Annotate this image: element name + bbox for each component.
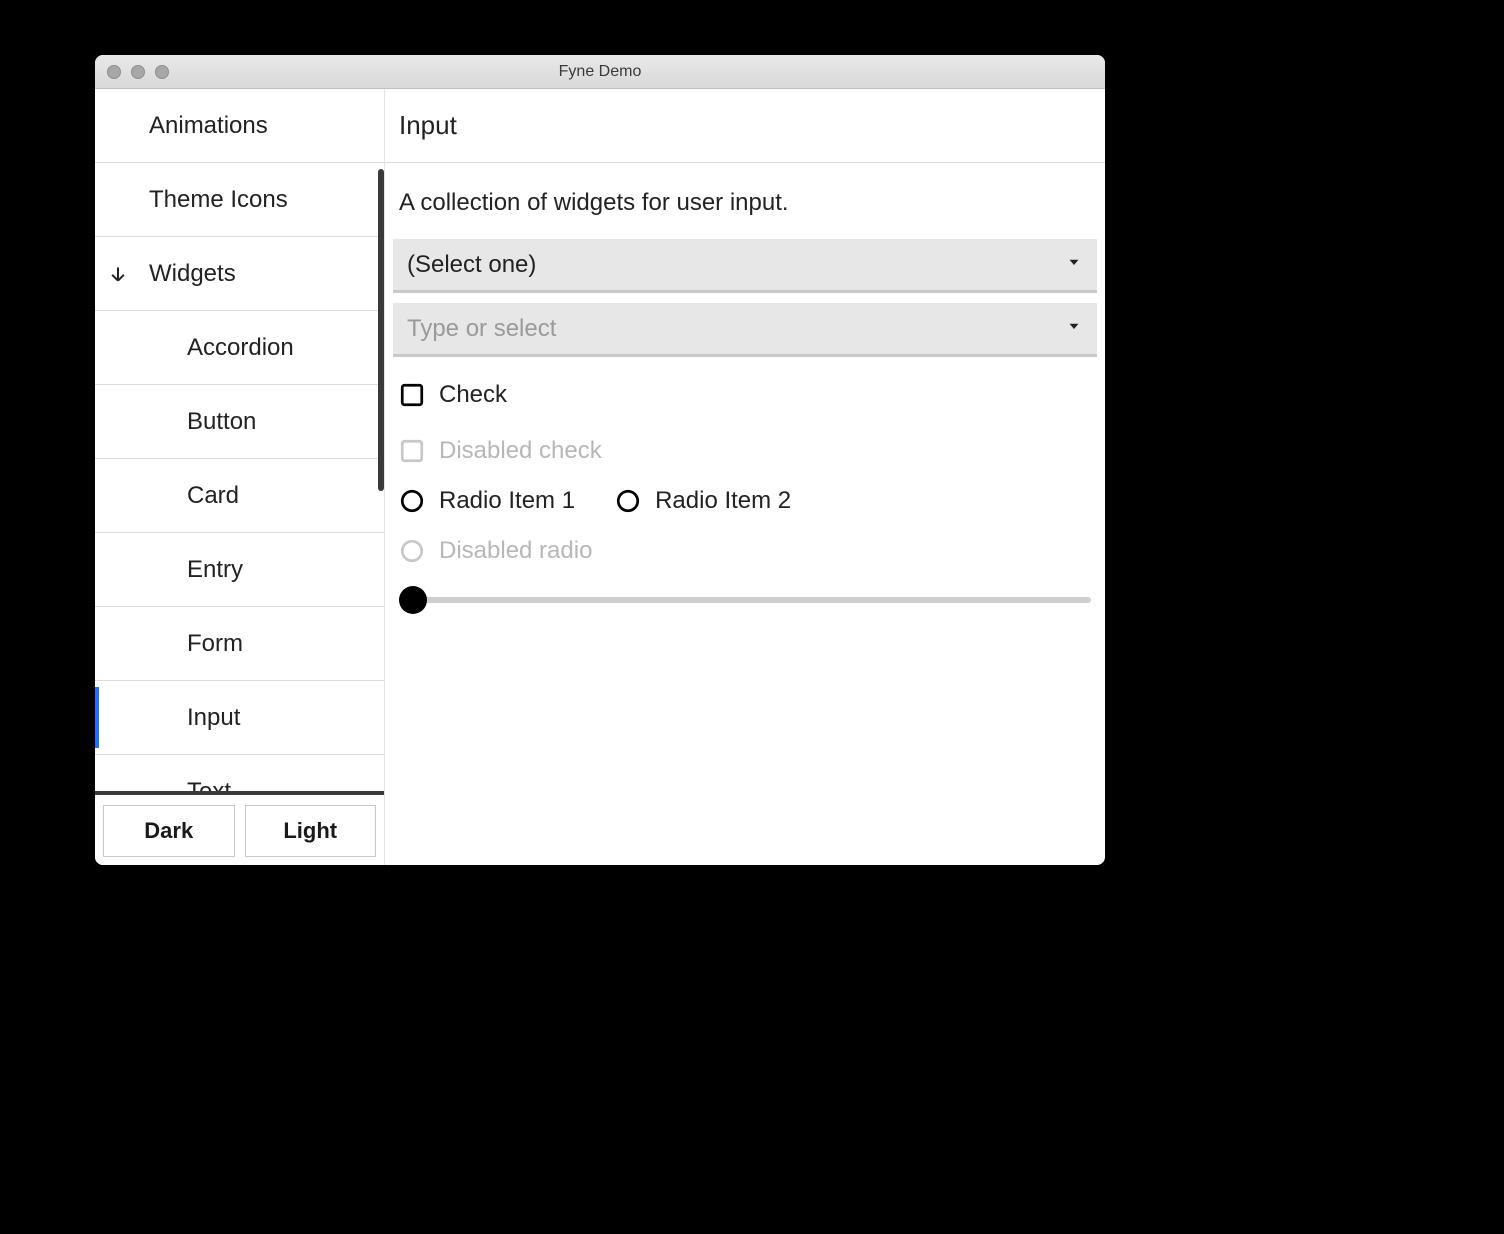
radio-unchecked-icon [615, 488, 641, 514]
app-window: Fyne Demo Animations Theme Icons Widget [95, 55, 1105, 865]
radio-unchecked-icon [399, 488, 425, 514]
sidebar: Animations Theme Icons Widgets Accordion [95, 89, 385, 865]
nav-item-animations[interactable]: Animations [95, 89, 384, 163]
nav-label: Animations [149, 112, 268, 140]
radio-unchecked-icon [399, 538, 425, 564]
select-widget[interactable]: (Select one) [393, 239, 1097, 293]
slider-widget[interactable] [385, 579, 1105, 603]
nav-label: Card [187, 482, 239, 510]
nav-item-accordion[interactable]: Accordion [95, 311, 384, 385]
main-panel: Input A collection of widgets for user i… [385, 89, 1105, 865]
nav-item-card[interactable]: Card [95, 459, 384, 533]
checkbox-disabled: Disabled check [385, 423, 1105, 479]
theme-switcher: Dark Light [95, 791, 384, 865]
radio-item-1[interactable]: Radio Item 1 [399, 487, 575, 515]
nav-label: Text [187, 778, 231, 791]
radio-disabled: Disabled radio [385, 523, 1105, 579]
radio-label: Radio Item 2 [655, 487, 791, 515]
nav-label: Input [187, 704, 240, 732]
checkbox-check[interactable]: Check [385, 367, 1105, 423]
window-body: Animations Theme Icons Widgets Accordion [95, 89, 1105, 865]
titlebar: Fyne Demo [95, 55, 1105, 89]
light-theme-button[interactable]: Light [245, 805, 377, 857]
nav-tree: Animations Theme Icons Widgets Accordion [95, 89, 384, 791]
radio-item-2[interactable]: Radio Item 2 [615, 487, 791, 515]
checkbox-unchecked-icon [399, 382, 425, 408]
nav-item-widgets[interactable]: Widgets [95, 237, 384, 311]
slider-thumb[interactable] [399, 586, 427, 614]
combo-placeholder: Type or select [407, 315, 1065, 343]
select-placeholder: (Select one) [407, 251, 1065, 279]
nav-item-form[interactable]: Form [95, 607, 384, 681]
nav-label: Entry [187, 556, 243, 584]
page-description: A collection of widgets for user input. [385, 163, 1105, 239]
nav-item-input[interactable]: Input [95, 681, 384, 755]
slider-track[interactable] [399, 597, 1091, 603]
radio-label: Disabled radio [439, 537, 592, 565]
chevron-down-icon [107, 263, 129, 285]
window-title: Fyne Demo [95, 63, 1105, 81]
nav-item-button[interactable]: Button [95, 385, 384, 459]
scrollbar-vertical[interactable] [378, 169, 384, 491]
checkbox-label: Disabled check [439, 437, 602, 465]
select-entry-widget[interactable]: Type or select [393, 303, 1097, 357]
nav-label: Widgets [149, 260, 236, 288]
nav-label: Accordion [187, 334, 294, 362]
nav-label: Form [187, 630, 243, 658]
caret-down-icon [1065, 253, 1083, 276]
page-title: Input [385, 89, 1105, 163]
caret-down-icon [1065, 317, 1083, 340]
nav-label: Theme Icons [149, 186, 288, 214]
nav-item-entry[interactable]: Entry [95, 533, 384, 607]
nav-item-theme-icons[interactable]: Theme Icons [95, 163, 384, 237]
dark-theme-button[interactable]: Dark [103, 805, 235, 857]
radio-group: Radio Item 1 Radio Item 2 [385, 479, 1105, 523]
nav-item-text[interactable]: Text [95, 755, 384, 791]
nav-label: Button [187, 408, 256, 436]
radio-label: Radio Item 1 [439, 487, 575, 515]
checkbox-label: Check [439, 381, 507, 409]
checkbox-unchecked-icon [399, 438, 425, 464]
